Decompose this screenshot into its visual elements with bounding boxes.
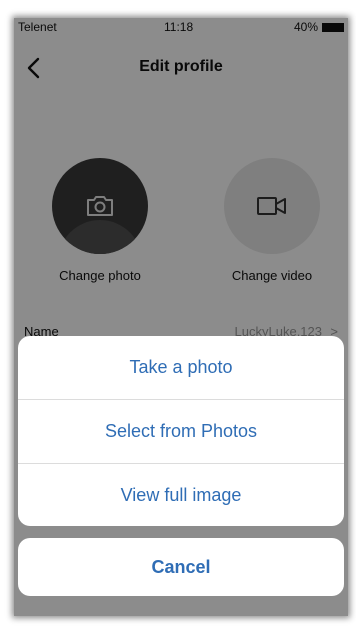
- cancel-button[interactable]: Cancel: [18, 538, 344, 596]
- select-from-photos-button[interactable]: Select from Photos: [18, 400, 344, 464]
- action-sheet: Take a photo Select from Photos View ful…: [18, 336, 344, 526]
- phone-screen: Telenet 11:18 40% Edit profile Change ph…: [14, 18, 348, 616]
- take-photo-button[interactable]: Take a photo: [18, 336, 344, 400]
- view-full-image-button[interactable]: View full image: [18, 464, 344, 526]
- cancel-sheet: Cancel: [18, 538, 344, 596]
- dim-overlay[interactable]: [14, 18, 348, 616]
